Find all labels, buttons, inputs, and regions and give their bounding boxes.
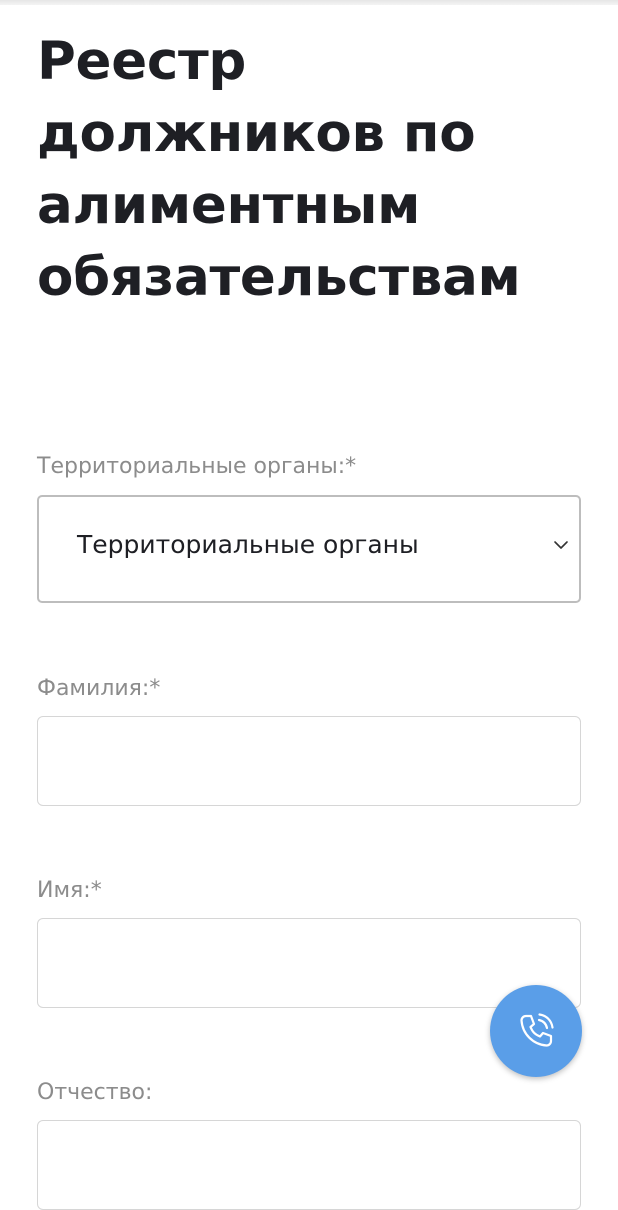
territorial-label: Территориальные органы:* — [37, 454, 357, 479]
chevron-down-icon — [554, 541, 568, 549]
page-title: Реестр должников по алиментным обязатель… — [37, 31, 521, 308]
name-input[interactable] — [37, 918, 581, 1008]
surname-label: Фамилия:* — [37, 676, 161, 701]
top-edge-shadow — [0, 0, 618, 5]
territorial-select[interactable]: Территориальные органы — [37, 495, 581, 603]
patronymic-input[interactable] — [37, 1120, 581, 1210]
surname-input[interactable] — [37, 716, 581, 806]
territorial-selected-value: Территориальные органы — [77, 530, 419, 559]
patronymic-label: Отчество: — [37, 1080, 153, 1105]
call-button[interactable] — [490, 985, 582, 1077]
name-label: Имя:* — [37, 878, 102, 903]
phone-icon — [520, 1013, 554, 1047]
